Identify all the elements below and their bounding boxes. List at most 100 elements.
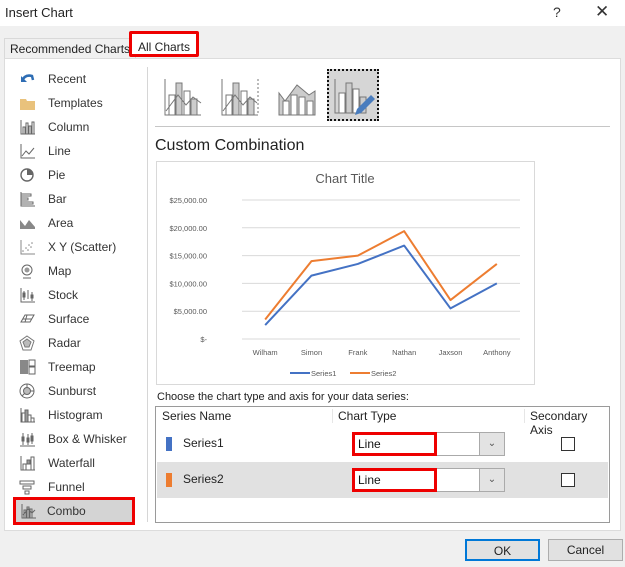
- x-tick-label: Frank: [348, 348, 367, 357]
- sidebar-item-label: Recent: [48, 72, 87, 86]
- sidebar-item-column[interactable]: Column: [15, 116, 133, 138]
- sidebar-item-x-y-scatter[interactable]: X Y (Scatter): [15, 236, 133, 258]
- sidebar-item-map[interactable]: Map: [15, 260, 133, 282]
- series-line-series2: [264, 230, 498, 321]
- secondary-axis-checkbox[interactable]: [561, 437, 575, 451]
- sidebar-item-line[interactable]: Line: [15, 140, 133, 162]
- sidebar-item-sunburst[interactable]: Sunburst: [15, 380, 133, 402]
- y-tick-label: $15,000.00: [169, 252, 207, 261]
- cancel-button[interactable]: Cancel: [548, 539, 623, 561]
- sidebar-item-label: Column: [48, 120, 90, 134]
- sidebar-item-label: Pie: [48, 168, 66, 182]
- sidebar-item-label: Treemap: [48, 360, 96, 374]
- all-charts-panel: Recent Templates Column Line Pie Bar Area X Y (…: [4, 58, 621, 531]
- chevron-down-icon[interactable]: ⌄: [479, 469, 504, 491]
- series-config-prompt: Choose the chart type and axis for your …: [157, 391, 409, 403]
- sidebar-item-waterfall[interactable]: Waterfall: [15, 452, 133, 474]
- sidebar-item-area[interactable]: Area: [15, 212, 133, 234]
- y-tick-label: $-: [200, 335, 207, 344]
- histogram-chart-icon: [20, 408, 35, 423]
- gallery-divider: [155, 126, 610, 127]
- sidebar-item-surface[interactable]: Surface: [15, 308, 133, 330]
- title-bar: Insert Chart ? ✕: [0, 0, 625, 26]
- sidebar-item-label: Surface: [48, 312, 90, 326]
- sidebar-item-label: Stock: [48, 288, 79, 302]
- subtype-custom-combination[interactable]: [327, 69, 379, 121]
- stacked-area-column-icon: [278, 84, 316, 116]
- sidebar-item-label: Templates: [48, 96, 103, 110]
- combo-chart-icon: [21, 504, 36, 519]
- series-line-series1: [264, 244, 498, 326]
- x-tick-label: Jaxson: [439, 348, 463, 357]
- sidebar-item-label: Box & Whisker: [48, 432, 127, 446]
- chevron-down-icon[interactable]: ⌄: [479, 433, 504, 455]
- y-tick-label: $20,000.00: [169, 224, 207, 233]
- sidebar-item-label: Combo: [47, 504, 86, 518]
- sidebar-item-label: Sunburst: [48, 384, 97, 398]
- sidebar-item-templates[interactable]: Templates: [15, 92, 133, 114]
- treemap-chart-icon: [20, 359, 36, 375]
- column-line-secondary-axis-icon: [221, 79, 259, 116]
- stock-chart-icon: [20, 288, 35, 303]
- legend-label: Series2: [371, 369, 396, 378]
- section-title: Custom Combination: [155, 137, 305, 154]
- funnel-chart-icon: [19, 480, 35, 495]
- sidebar-item-recent[interactable]: Recent: [15, 68, 133, 90]
- series-row: Series2 Line ⌄: [157, 462, 608, 498]
- x-tick-label: Simon: [301, 348, 322, 357]
- x-tick-label: Anthony: [483, 348, 511, 357]
- waterfall-chart-icon: [20, 456, 35, 471]
- tab-bar: Recommended Charts All Charts: [0, 26, 625, 59]
- y-tick-label: $10,000.00: [169, 279, 207, 288]
- folder-icon: [20, 99, 35, 110]
- sidebar-item-treemap[interactable]: Treemap: [15, 356, 133, 378]
- sidebar-item-funnel[interactable]: Funnel: [15, 476, 133, 498]
- surface-chart-icon: [20, 314, 35, 323]
- tab-all-charts[interactable]: All Charts: [129, 31, 200, 57]
- sidebar-item-bar[interactable]: Bar: [15, 188, 133, 210]
- radar-chart-icon: [19, 335, 35, 351]
- subtype-clustered-column-line[interactable]: [157, 69, 209, 121]
- line-chart-icon: [20, 144, 35, 159]
- series-name: Series1: [183, 436, 224, 450]
- tab-recommended-charts[interactable]: Recommended Charts: [4, 38, 137, 59]
- sidebar-item-pie[interactable]: Pie: [15, 164, 133, 186]
- sidebar-divider: [147, 67, 148, 522]
- sidebar-item-label: X Y (Scatter): [48, 240, 117, 254]
- secondary-axis-checkbox[interactable]: [561, 473, 575, 487]
- help-button[interactable]: ?: [553, 4, 561, 20]
- sunburst-chart-icon: [19, 383, 35, 399]
- subtype-column-line-secondary-axis[interactable]: [214, 69, 266, 121]
- sidebar-item-label: Radar: [48, 336, 81, 350]
- chart-preview: Chart Title $- $5,000.00 $10,000.00 $15,000.…: [156, 161, 535, 385]
- map-chart-icon: [21, 264, 33, 279]
- chart-title: Chart Title: [315, 171, 374, 186]
- subtype-stacked-area-column[interactable]: [271, 69, 323, 121]
- ok-button[interactable]: OK: [465, 539, 540, 561]
- area-chart-icon: [20, 220, 35, 229]
- x-tick-label: Nathan: [392, 348, 416, 357]
- sidebar-item-label: Funnel: [48, 480, 85, 494]
- series1-color-swatch: [166, 437, 172, 451]
- sidebar-item-combo[interactable]: Combo: [13, 497, 135, 525]
- chart-type-list: Recent Templates Column Line Pie Bar Area X Y (…: [5, 59, 145, 529]
- chart-type-dropdown[interactable]: Line ⌄: [352, 432, 505, 456]
- sidebar-item-label: Line: [48, 144, 71, 158]
- recent-icon: [20, 74, 35, 82]
- sidebar-item-radar[interactable]: Radar: [15, 332, 133, 354]
- bar-chart-icon: [20, 192, 35, 207]
- sidebar-item-stock[interactable]: Stock: [15, 284, 133, 306]
- sidebar-item-box-whisker[interactable]: Box & Whisker: [15, 428, 133, 450]
- sidebar-item-histogram[interactable]: Histogram: [15, 404, 133, 426]
- sidebar-item-label: Map: [48, 264, 72, 278]
- chart-type-value: Line: [352, 468, 437, 492]
- custom-combination-icon: [334, 79, 375, 115]
- chart-type-dropdown[interactable]: Line ⌄: [352, 468, 505, 492]
- series2-color-swatch: [166, 473, 172, 487]
- scatter-chart-icon: [20, 240, 35, 255]
- close-button[interactable]: ✕: [595, 2, 609, 22]
- sidebar-item-label: Bar: [48, 192, 67, 206]
- sidebar-item-label: Histogram: [48, 408, 103, 422]
- box-whisker-chart-icon: [20, 433, 35, 447]
- pie-chart-icon: [20, 168, 34, 182]
